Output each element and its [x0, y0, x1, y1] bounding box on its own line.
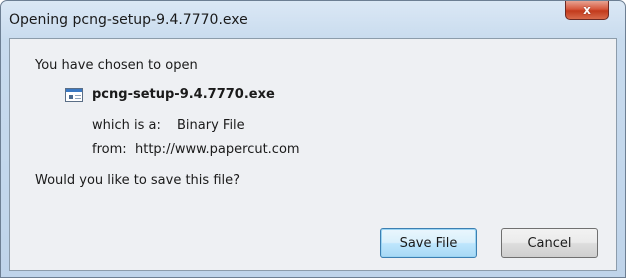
cancel-button[interactable]: Cancel: [501, 228, 598, 258]
dialog-heading: You have chosen to open: [35, 58, 198, 73]
source-label: from:: [92, 142, 127, 157]
close-button[interactable]: x: [565, 1, 609, 20]
close-icon: x: [583, 3, 591, 17]
file-type-label: which is a:: [92, 118, 161, 133]
save-file-button[interactable]: Save File: [380, 228, 477, 258]
file-name: pcng-setup-9.4.7770.exe: [92, 87, 275, 102]
source-url: http://www.papercut.com: [135, 142, 300, 157]
download-dialog-window: Opening pcng-setup-9.4.7770.exe x You ha…: [0, 0, 626, 278]
save-question: Would you like to save this file?: [35, 173, 241, 188]
file-type-value: Binary File: [177, 118, 245, 133]
title-bar[interactable]: Opening pcng-setup-9.4.7770.exe x: [1, 1, 625, 39]
window-title: Opening pcng-setup-9.4.7770.exe: [9, 12, 248, 28]
dialog-content: You have chosen to open pcng-setup-9.4.7…: [9, 38, 617, 271]
executable-file-icon: [65, 88, 83, 102]
